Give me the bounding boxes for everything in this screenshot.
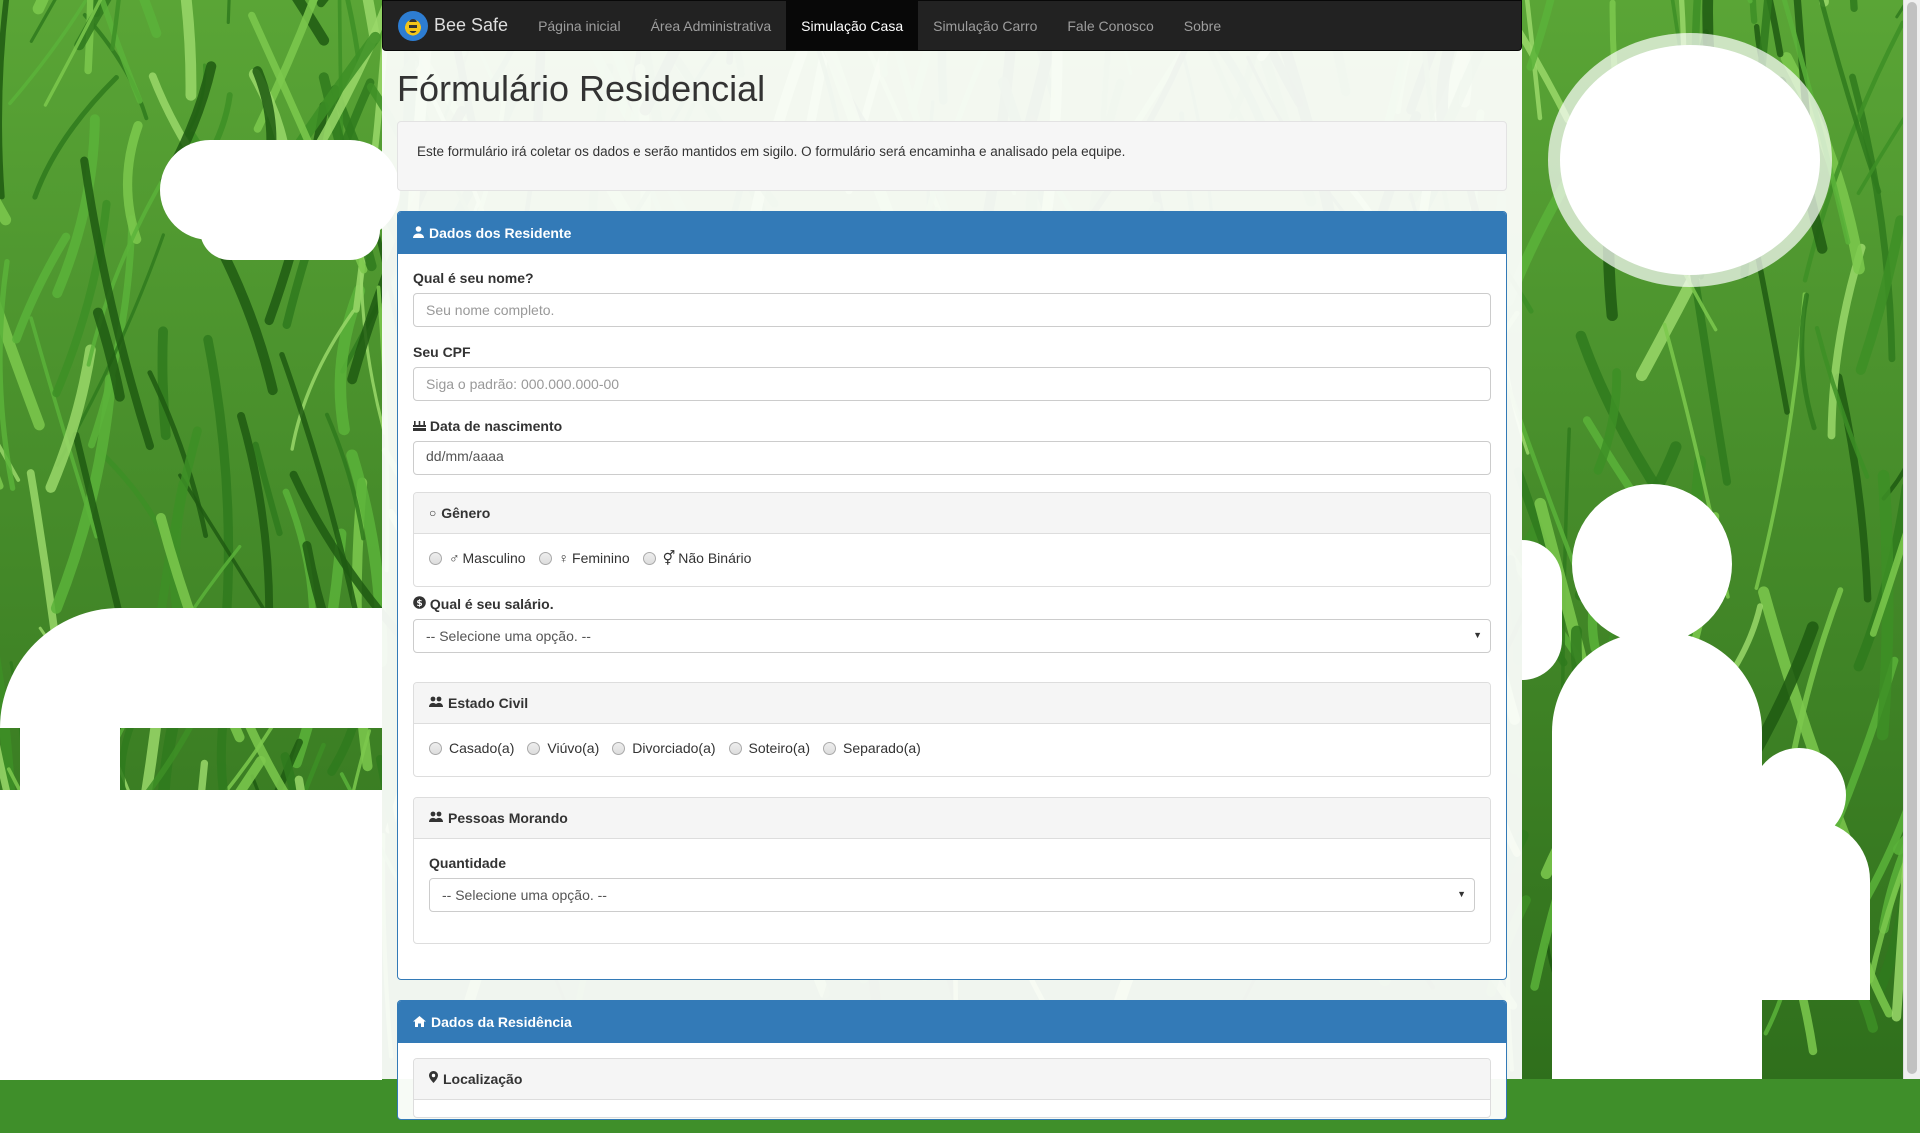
radio-circle[interactable] [822, 741, 836, 755]
home-icon [413, 1014, 426, 1030]
brand-link[interactable]: Bee Safe [383, 1, 523, 50]
residents-count-body: Quantidade -- Selecione uma opção. -- [414, 839, 1490, 927]
residents-count-panel: Pessoas Morando Quantidade -- Selecione … [413, 797, 1491, 944]
quantity-select[interactable]: -- Selecione uma opção. -- [429, 878, 1475, 912]
residents-count-heading: Pessoas Morando [414, 798, 1490, 839]
main-container: Bee Safe Página inicial Área Administrat… [382, 0, 1522, 1120]
female-icon: ♀ [558, 550, 570, 566]
nonbinary-icon: ⚥ [662, 549, 676, 566]
nav-item-house-simulation[interactable]: Simulação Casa [786, 1, 919, 50]
cloud-shape [200, 200, 380, 260]
location-panel: Localização [413, 1058, 1491, 1118]
location-title: Localização [443, 1071, 523, 1087]
child-body-shape [1720, 820, 1870, 1000]
radio-circle[interactable] [527, 741, 541, 755]
nav-item-admin[interactable]: Área Administrativa [636, 1, 787, 50]
residence-panel-heading: Dados da Residência [398, 1001, 1506, 1043]
marital-status-heading: Estado Civil [414, 683, 1490, 724]
gender-options: ♂ Masculino ♀ Feminino ⚥ Não Binário [414, 534, 1490, 584]
gender-label-female: Feminino [572, 550, 630, 566]
marital-radio-widowed[interactable]: Viúvo(a) [527, 740, 599, 756]
birthday-cake-icon [413, 418, 430, 434]
nav-item-car-simulation[interactable]: Simulação Carro [918, 1, 1052, 50]
resident-data-panel: Dados dos Residente Qual é seu nome? Seu… [397, 211, 1507, 980]
quantity-selected-value: -- Selecione uma opção. -- [442, 887, 607, 903]
gender-label-nonbinary: Não Binário [678, 550, 752, 566]
marital-label: Soteiro(a) [748, 740, 810, 756]
radio-circle[interactable] [429, 741, 442, 755]
gender-title: Gênero [441, 505, 491, 521]
cpf-input[interactable] [413, 367, 1491, 401]
nav-item-contact[interactable]: Fale Conosco [1052, 1, 1168, 50]
radio-circle[interactable] [728, 741, 742, 755]
residence-data-panel: Dados da Residência Localização [397, 1000, 1507, 1120]
birthdate-input[interactable]: dd/mm/aaaa [413, 441, 1491, 475]
salary-selected-value: -- Selecione uma opção. -- [426, 628, 591, 644]
resident-panel-title: Dados dos Residente [429, 225, 572, 241]
users-icon [429, 696, 443, 710]
gender-radio-male[interactable]: ♂ Masculino [429, 550, 526, 566]
notice-box: Este formulário irá coletar os dados e s… [397, 121, 1507, 191]
scrollbar-thumb[interactable] [1907, 2, 1917, 1074]
location-heading: Localização [414, 1059, 1490, 1100]
sun-shape [1560, 45, 1820, 275]
name-label: Qual é seu nome? [413, 270, 534, 286]
marital-label: Separado(a) [842, 740, 921, 756]
gender-heading: ○ Gênero [414, 493, 1490, 534]
cpf-label: Seu CPF [413, 344, 471, 360]
radio-circle[interactable] [429, 551, 442, 565]
user-icon [413, 225, 424, 241]
circle-icon: ○ [429, 506, 437, 520]
radio-circle[interactable] [612, 741, 626, 755]
residents-count-title: Pessoas Morando [448, 810, 568, 826]
nav-item-home[interactable]: Página inicial [523, 1, 636, 50]
resident-panel-body: Qual é seu nome? Seu CPF Data de nascime… [398, 254, 1506, 944]
svg-text:$: $ [416, 599, 422, 609]
salary-label-row: $ Qual é seu salário. [413, 596, 1491, 612]
gender-radio-female[interactable]: ♀ Feminino [538, 550, 630, 566]
car-shape [20, 700, 120, 1080]
male-icon: ♂ [449, 550, 460, 566]
residence-panel-title: Dados da Residência [431, 1014, 572, 1030]
marital-label: Viúvo(a) [547, 740, 600, 756]
person-side-shape [1522, 540, 1562, 680]
marital-status-options: Casado(a) Viúvo(a) Divorciado(a) Soteiro… [414, 724, 1490, 774]
salary-select[interactable]: -- Selecione uma opção. -- [413, 619, 1491, 653]
users-icon [429, 811, 443, 825]
marital-radio-separated[interactable]: Separado(a) [822, 740, 921, 756]
radio-circle[interactable] [642, 551, 656, 565]
brand-name: Bee Safe [434, 15, 509, 35]
birthdate-label: Data de nascimento [429, 418, 563, 434]
notice-text: Este formulário irá coletar os dados e s… [417, 144, 1126, 159]
marital-status-title: Estado Civil [448, 695, 529, 711]
marital-radio-divorced[interactable]: Divorciado(a) [612, 740, 716, 756]
person-head-shape [1572, 484, 1732, 644]
birthdate-value: dd/mm/aaaa [426, 448, 504, 464]
gender-radio-nonbinary[interactable]: ⚥ Não Binário [642, 549, 752, 567]
name-input[interactable] [413, 293, 1491, 327]
resident-panel-heading: Dados dos Residente [398, 212, 1506, 254]
bee-logo-icon [398, 10, 428, 41]
nav-item-about[interactable]: Sobre [1169, 1, 1236, 50]
birthdate-label-row: Data de nascimento [413, 418, 1491, 434]
marital-label: Divorciado(a) [632, 740, 716, 756]
salary-label: Qual é seu salário. [429, 596, 554, 612]
marital-status-panel: Estado Civil Casado(a) Viúvo(a) Divorcia… [413, 682, 1491, 777]
vertical-scrollbar[interactable] [1903, 0, 1920, 1079]
residence-panel-body: Localização [398, 1043, 1506, 1133]
gender-panel: ○ Gênero ♂ Masculino ♀ Feminino ⚥ Não Binár… [413, 492, 1491, 587]
gender-label-male: Masculino [462, 550, 526, 566]
money-icon: $ [413, 596, 430, 612]
marital-radio-single[interactable]: Soteiro(a) [728, 740, 810, 756]
top-navbar: Bee Safe Página inicial Área Administrat… [382, 0, 1522, 51]
page-title: Fórmulário Residencial [397, 68, 766, 109]
quantity-label: Quantidade [429, 855, 507, 871]
marital-label: Casado(a) [449, 740, 515, 756]
marital-radio-married[interactable]: Casado(a) [429, 740, 514, 756]
radio-circle[interactable] [538, 551, 552, 565]
